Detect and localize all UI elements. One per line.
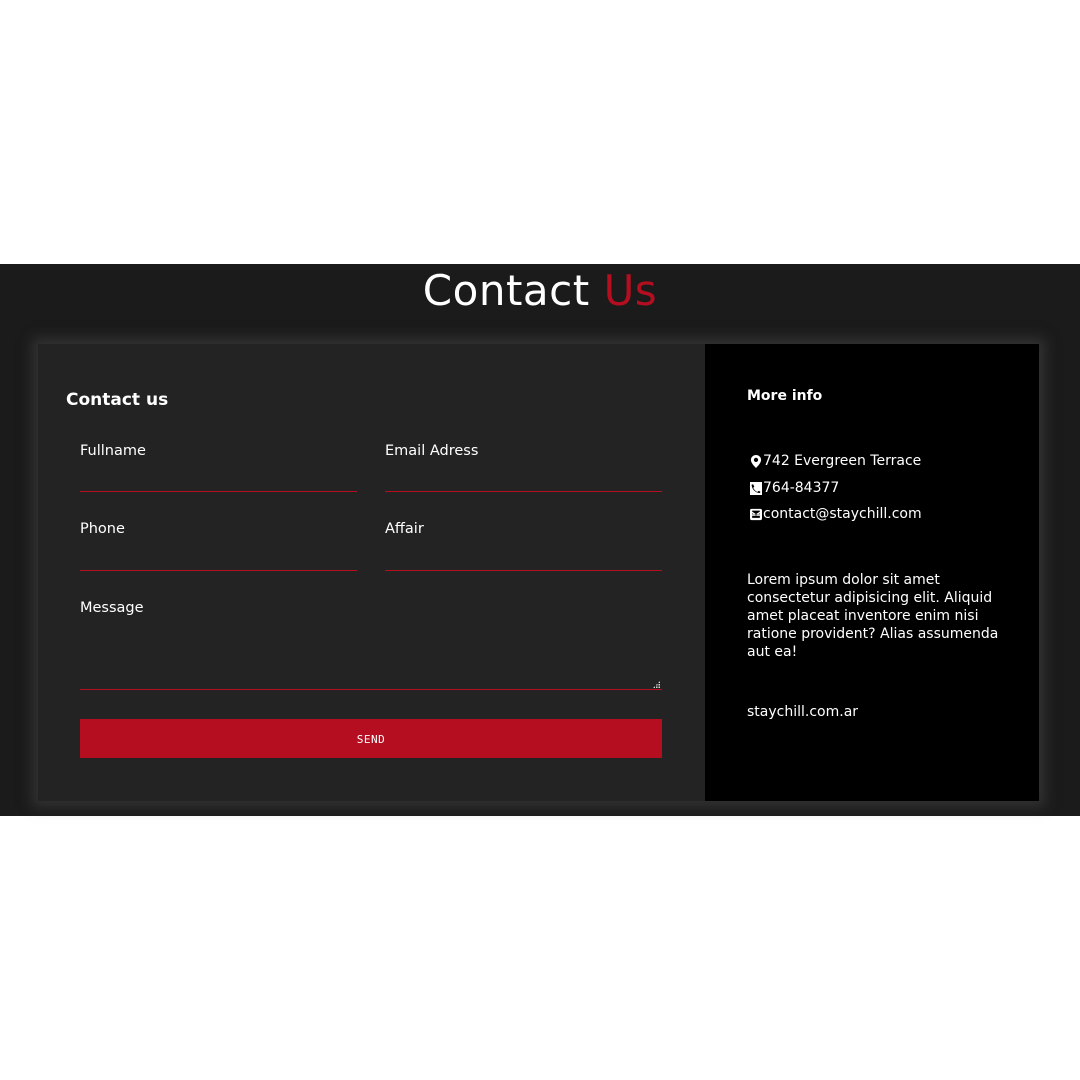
phone-row: 764-84377 <box>750 480 839 496</box>
page-title-main: Contact <box>422 266 590 315</box>
page-title: Contact Us <box>0 264 1080 318</box>
page-title-accent: Us <box>603 266 658 315</box>
phone-input[interactable] <box>80 543 357 565</box>
form-title: Contact us <box>66 390 169 410</box>
email-input[interactable] <box>385 465 662 487</box>
more-info-panel: More info 742 Evergreen Terrace 764-8437… <box>705 344 1039 801</box>
fullname-input[interactable] <box>80 465 357 487</box>
envelope-icon <box>750 508 762 520</box>
affair-input[interactable] <box>385 543 662 565</box>
email-row: contact@staychill.com <box>750 506 922 522</box>
affair-label: Affair <box>385 521 424 537</box>
email-underline <box>385 491 662 492</box>
message-textarea[interactable] <box>80 622 662 682</box>
more-info-title: More info <box>747 388 823 404</box>
affair-underline <box>385 570 662 571</box>
phone-number-text: 764-84377 <box>763 480 840 496</box>
contact-card: Contact us Fullname Email Adress Phone A… <box>38 344 1039 801</box>
phone-field: Phone <box>80 521 357 571</box>
address-text: 742 Evergreen Terrace <box>763 453 922 469</box>
phone-underline <box>80 570 357 571</box>
info-description: Lorem ipsum dolor sit amet consectetur a… <box>747 572 999 660</box>
message-field: Message <box>80 600 662 690</box>
address-row: 742 Evergreen Terrace <box>750 453 921 469</box>
email-field: Email Adress <box>385 443 662 492</box>
message-underline <box>80 689 662 690</box>
fullname-field: Fullname <box>80 443 357 492</box>
message-label: Message <box>80 600 144 616</box>
email-text: contact@staychill.com <box>763 506 922 522</box>
resize-handle[interactable] <box>653 681 660 688</box>
fullname-label: Fullname <box>80 443 146 459</box>
send-button[interactable]: SEND <box>80 719 662 758</box>
map-marker-icon <box>750 454 762 468</box>
phone-label: Phone <box>80 521 125 537</box>
website-text: staychill.com.ar <box>747 704 859 720</box>
email-label: Email Adress <box>385 443 479 459</box>
affair-field: Affair <box>385 521 662 571</box>
fullname-underline <box>80 491 357 492</box>
phone-icon <box>750 481 762 495</box>
